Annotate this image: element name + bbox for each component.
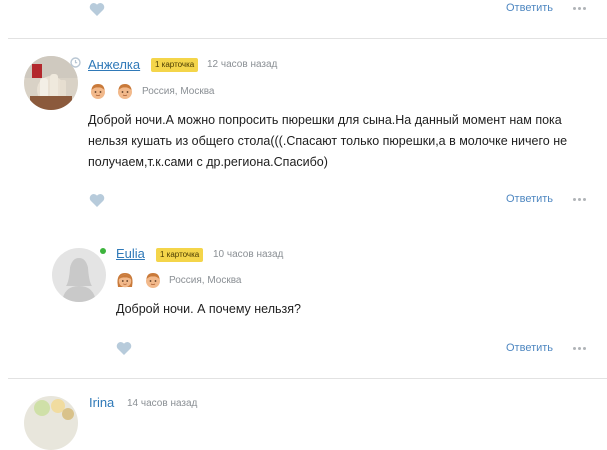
- comment-time: 10 часов назад: [213, 249, 284, 260]
- boy-face-icon: [146, 273, 160, 288]
- reply-button[interactable]: Ответить: [506, 193, 553, 205]
- boy-face-icon: [118, 84, 132, 99]
- boy-face-icon: [91, 84, 105, 99]
- like-heart-icon[interactable]: [89, 2, 105, 17]
- comment-divider: [8, 378, 607, 379]
- avatar[interactable]: [52, 248, 106, 302]
- more-options-icon[interactable]: [573, 347, 587, 351]
- author-location: Россия, Москва: [142, 86, 215, 97]
- comment-text: Доброй ночи.А можно попросить пюрешки дл…: [88, 113, 568, 169]
- reply-button[interactable]: Ответить: [506, 2, 553, 14]
- default-user-silhouette-icon: [62, 258, 96, 302]
- author-name[interactable]: Irina: [89, 395, 114, 410]
- cards-badge: 1 карточка: [151, 58, 199, 72]
- more-options-icon[interactable]: [573, 7, 587, 11]
- more-options-icon[interactable]: [573, 198, 587, 202]
- comment-time: 14 часов назад: [127, 398, 198, 409]
- comment-time: 12 часов назад: [207, 59, 278, 70]
- avatar[interactable]: [24, 396, 78, 450]
- girl-face-icon: [117, 273, 133, 288]
- comment-divider: [8, 38, 607, 39]
- cards-badge: 1 карточка: [156, 248, 204, 262]
- author-name[interactable]: Eulia: [116, 246, 145, 261]
- status-clock-icon: [70, 57, 81, 68]
- avatar-photo: [24, 396, 78, 450]
- like-heart-icon[interactable]: [116, 341, 132, 356]
- online-indicator: [100, 248, 106, 254]
- like-heart-icon[interactable]: [89, 193, 105, 208]
- reply-button[interactable]: Ответить: [506, 342, 553, 354]
- author-name[interactable]: Анжелка: [88, 57, 140, 72]
- comment-text: Доброй ночи. А почему нельзя?: [116, 302, 301, 316]
- author-location: Россия, Москва: [169, 275, 242, 286]
